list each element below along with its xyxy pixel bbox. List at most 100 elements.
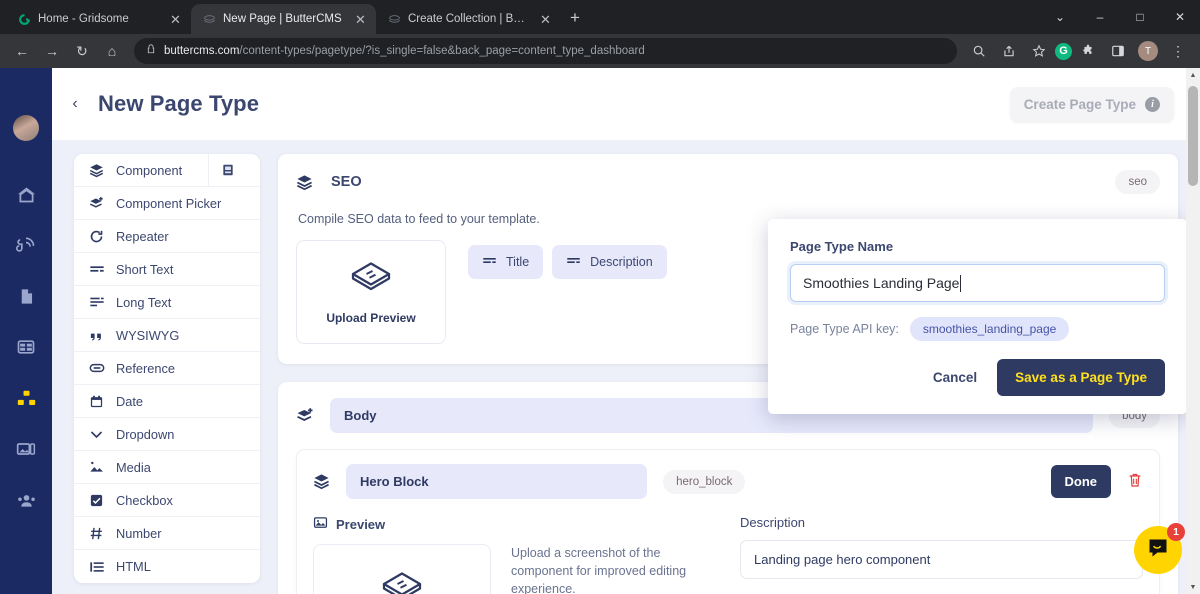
back-icon[interactable]: ← [8, 37, 36, 65]
seo-field-description[interactable]: Description [552, 245, 667, 279]
scrollbar-thumb[interactable] [1188, 86, 1198, 186]
book-icon[interactable] [208, 153, 246, 187]
components-icon[interactable] [13, 385, 39, 411]
buttercms-icon [387, 12, 401, 26]
pages-icon[interactable] [13, 283, 39, 309]
media-icon[interactable] [13, 436, 39, 462]
window-controls: ⌄ – □ ✕ [1040, 0, 1200, 34]
chevron-down-icon[interactable]: ⌄ [1040, 10, 1080, 24]
page-header: ‹ New Page Type Create Page Type i [52, 68, 1200, 140]
palette-item-wysiwyg[interactable]: WYSIWYG [74, 319, 260, 352]
home-icon[interactable] [13, 181, 39, 207]
palette-item-label: Reference [116, 360, 176, 376]
palette-item-label: Short Text [116, 261, 174, 277]
palette-item-long-text[interactable]: Long Text [74, 286, 260, 319]
save-as-page-type-button[interactable]: Save as a Page Type [997, 359, 1165, 396]
layers-plus-icon [296, 407, 314, 425]
close-icon[interactable]: ✕ [538, 13, 553, 26]
close-window-button[interactable]: ✕ [1160, 10, 1200, 24]
trash-icon[interactable] [1127, 472, 1143, 492]
seo-upload-preview[interactable]: Upload Preview [296, 240, 446, 344]
reload-icon[interactable]: ↻ [68, 37, 96, 65]
team-icon[interactable] [13, 487, 39, 513]
hero-description-column: Description Landing page hero component [740, 515, 1143, 594]
collections-icon[interactable] [13, 334, 39, 360]
done-button[interactable]: Done [1050, 465, 1112, 498]
palette-item-html[interactable]: HTML [74, 550, 260, 583]
palette-item-label: Media [116, 459, 151, 475]
blog-icon[interactable] [13, 232, 39, 258]
hero-description-input[interactable]: Landing page hero component [740, 540, 1143, 579]
avatar[interactable]: T [1138, 41, 1158, 61]
palette-item-reference[interactable]: Reference [74, 352, 260, 385]
chat-widget-button[interactable]: 1 [1134, 523, 1185, 574]
close-icon[interactable]: ✕ [168, 13, 183, 26]
page-type-api-key-chip: smoothies_landing_page [909, 317, 1070, 341]
side-panel-icon[interactable] [1104, 37, 1132, 65]
app-window: ‹ New Page Type Create Page Type i Compo… [0, 68, 1200, 594]
link-icon [88, 360, 105, 376]
minimize-button[interactable]: – [1080, 10, 1120, 24]
palette-item-label: Repeater [116, 228, 169, 244]
user-avatar[interactable] [13, 115, 39, 141]
palette-item-date[interactable]: Date [74, 385, 260, 418]
browser-tab-1[interactable]: New Page | ButterCMS ✕ [191, 4, 376, 34]
palette-item-number[interactable]: Number [74, 517, 260, 550]
seo-upload-label: Upload Preview [326, 311, 416, 325]
palette-item-label: Component [116, 162, 183, 178]
palette-item-component[interactable]: Component [74, 153, 260, 187]
palette-item-repeater[interactable]: Repeater [74, 220, 260, 253]
seo-field-title[interactable]: Title [468, 245, 544, 279]
tab-title: Create Collection | ButterCMS [408, 13, 531, 25]
palette-item-dropdown[interactable]: Dropdown [74, 418, 260, 451]
chat-icon [1146, 536, 1170, 565]
left-nav [0, 68, 52, 594]
hash-icon [88, 526, 105, 541]
browser-tab-2[interactable]: Create Collection | ButterCMS ✕ [376, 4, 561, 34]
puzzle-icon[interactable] [1074, 37, 1102, 65]
page-type-name-value: Smoothies Landing Page [803, 275, 960, 291]
hero-block-api-key-chip: hero_block [663, 469, 746, 494]
main-content: ‹ New Page Type Create Page Type i Compo… [52, 68, 1200, 594]
browser-tab-0[interactable]: Home - Gridsome ✕ [6, 4, 191, 34]
info-icon[interactable]: i [1145, 96, 1160, 112]
kebab-menu-icon[interactable]: ⋮ [1164, 37, 1192, 65]
palette-item-label: Number [116, 525, 162, 541]
vertical-scrollbar[interactable]: ▲ ▼ [1186, 68, 1200, 594]
scroll-up-arrow[interactable]: ▲ [1186, 68, 1200, 82]
page-type-name-input[interactable]: Smoothies Landing Page [790, 264, 1165, 302]
toolbar-actions: G T ⋮ [965, 37, 1192, 65]
page-title: New Page Type [98, 91, 260, 116]
address-bar[interactable]: buttercms.com/content-types/pagetype/?is… [134, 38, 957, 64]
palette-item-label: WYSIWYG [116, 327, 180, 343]
home-icon[interactable]: ⌂ [98, 37, 126, 65]
seo-title: SEO [331, 174, 362, 190]
url-path: /content-types/pagetype/?is_single=false… [239, 45, 645, 57]
palette-item-component-picker[interactable]: Component Picker [74, 187, 260, 220]
back-chevron-icon[interactable]: ‹ [52, 95, 98, 113]
cancel-button[interactable]: Cancel [927, 362, 983, 393]
new-tab-button[interactable]: + [561, 4, 589, 32]
seo-field-title-label: Title [506, 255, 530, 269]
hero-preview-upload-box[interactable] [313, 544, 491, 594]
grammarly-extension-icon[interactable]: G [1055, 42, 1072, 60]
search-icon[interactable] [965, 37, 993, 65]
hero-block-name-input[interactable]: Hero Block [346, 464, 648, 499]
palette-item-short-text[interactable]: Short Text [74, 253, 260, 286]
maximize-button[interactable]: □ [1120, 10, 1160, 24]
palette-item-label: HTML [116, 559, 151, 574]
forward-icon[interactable]: → [38, 37, 66, 65]
share-icon[interactable] [995, 37, 1023, 65]
page-type-api-key-row: Page Type API key: smoothies_landing_pag… [790, 317, 1165, 341]
chat-badge-count: 1 [1167, 523, 1185, 541]
palette-item-media[interactable]: Media [74, 451, 260, 484]
star-icon[interactable] [1025, 37, 1053, 65]
create-page-type-button[interactable]: Create Page Type i [1009, 86, 1174, 122]
browser-chrome: Home - Gridsome ✕ New Page | ButterCMS ✕… [0, 0, 1200, 68]
scroll-down-arrow[interactable]: ▼ [1186, 580, 1200, 594]
page-type-name-popover: Page Type Name Smoothies Landing Page Pa… [768, 219, 1187, 414]
palette-item-checkbox[interactable]: Checkbox [74, 484, 260, 517]
hero-block-card: Hero Block hero_block Done Preview Uploa… [296, 449, 1160, 594]
close-icon[interactable]: ✕ [353, 13, 368, 26]
html-icon [88, 559, 105, 575]
